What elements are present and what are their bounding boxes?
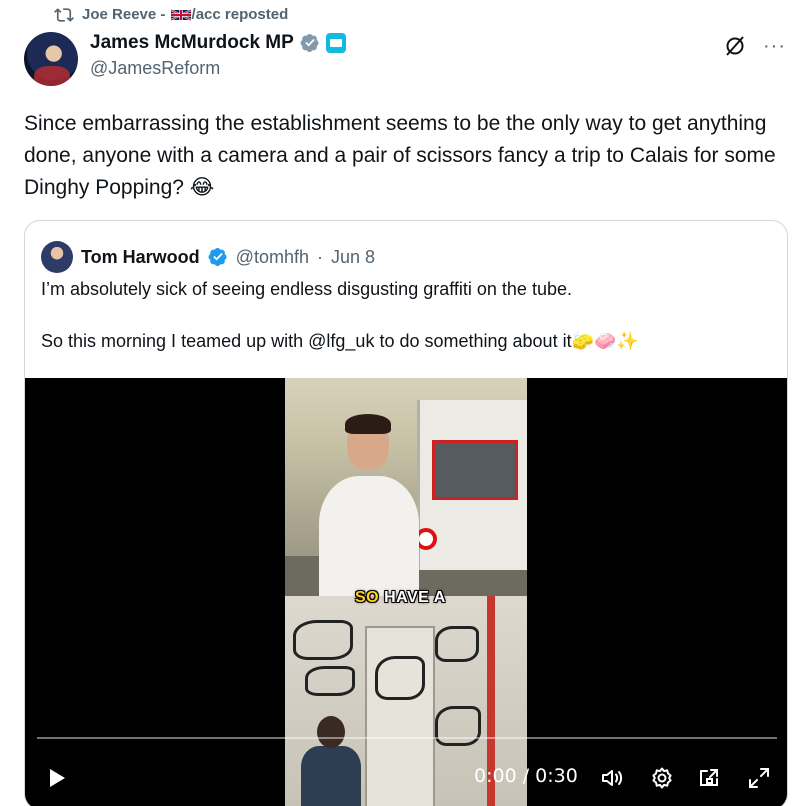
quoted-text-line-2: So this morning I teamed up with @lfg_uk… bbox=[41, 331, 639, 351]
video-caption: SO HAVE A bbox=[355, 589, 446, 606]
video-player[interactable]: SO HAVE A 0:00 / 0:30 bbox=[25, 378, 787, 806]
quoted-avatar[interactable] bbox=[41, 241, 73, 273]
repost-user-name[interactable]: Joe Reeve - bbox=[82, 6, 170, 23]
fullscreen-icon[interactable] bbox=[747, 766, 771, 790]
uk-flag-icon bbox=[170, 9, 191, 21]
more-options-icon[interactable]: ··· bbox=[763, 35, 786, 58]
repost-icon bbox=[54, 8, 74, 22]
volume-icon[interactable] bbox=[600, 766, 624, 790]
quoted-tweet-header: Tom Harwood @tomhfh · Jun 8 bbox=[41, 241, 375, 273]
verified-badge-icon bbox=[208, 248, 227, 266]
repost-context[interactable]: Joe Reeve - /acc reposted bbox=[54, 4, 288, 26]
video-frame-top bbox=[285, 378, 527, 596]
repost-suffix: /acc reposted bbox=[191, 5, 289, 23]
author-name[interactable]: James McMurdock MP bbox=[90, 32, 294, 54]
tweet-text: Since embarrassing the establishment see… bbox=[24, 112, 776, 199]
video-progress-bar[interactable] bbox=[37, 737, 777, 739]
video-time: 0:00 / 0:30 bbox=[474, 765, 578, 787]
affiliation-badge-icon[interactable] bbox=[325, 33, 346, 53]
quoted-author-name[interactable]: Tom Harwood bbox=[81, 247, 200, 268]
author-handle[interactable]: @JamesReform bbox=[90, 58, 346, 79]
video-controls: 0:00 / 0:30 bbox=[25, 748, 787, 806]
quoted-text-line-1: I’m absolutely sick of seeing endless di… bbox=[41, 279, 572, 299]
meta-separator: · bbox=[316, 246, 323, 267]
quoted-date[interactable]: Jun 8 bbox=[331, 247, 375, 268]
verified-badge-icon bbox=[300, 34, 319, 52]
tweet-actions: ··· bbox=[723, 34, 786, 58]
avatar[interactable] bbox=[24, 32, 78, 86]
grok-icon[interactable] bbox=[723, 34, 747, 58]
play-icon[interactable] bbox=[45, 766, 69, 790]
settings-icon[interactable] bbox=[650, 766, 674, 790]
author-block: James McMurdock MP @JamesReform bbox=[90, 32, 346, 79]
quoted-author-handle[interactable]: @tomhfh bbox=[236, 247, 309, 268]
quoted-tweet[interactable]: Tom Harwood @tomhfh · Jun 8 I’m absolute… bbox=[24, 220, 788, 806]
pip-icon[interactable] bbox=[697, 766, 721, 790]
